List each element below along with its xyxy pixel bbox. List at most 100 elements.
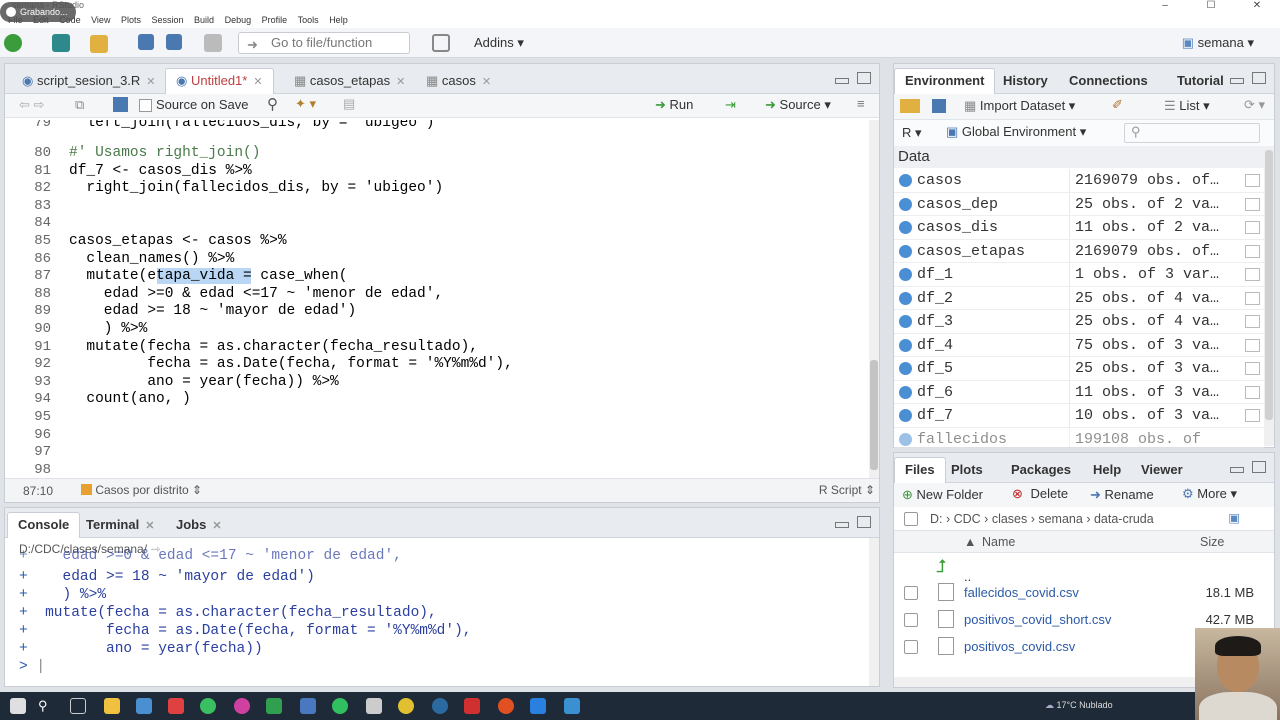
view-table-icon[interactable] [1245, 268, 1260, 281]
new-folder-button[interactable]: ⊕ New Folder [902, 487, 983, 503]
tab-plots[interactable]: Plots [940, 457, 994, 483]
pane-size-controls[interactable] [835, 516, 871, 528]
crumb-cdc[interactable]: CDC [954, 512, 981, 526]
crumb-semana[interactable]: semana [1038, 512, 1082, 526]
tab-tutorial[interactable]: Tutorial [1166, 68, 1235, 94]
file-row-up[interactable]: ⮥.. [894, 555, 1274, 584]
close-icon[interactable]: ✕ [145, 520, 154, 532]
tab-viewer[interactable]: Viewer [1130, 457, 1194, 483]
env-search-input[interactable]: ⚲ [1124, 123, 1260, 143]
select-all-checkbox[interactable] [904, 512, 918, 526]
sheets-icon[interactable] [266, 698, 282, 714]
tab-help[interactable]: Help [1082, 457, 1132, 483]
crumb-data-cruda[interactable]: data-cruda [1094, 512, 1154, 526]
tab-casos[interactable]: ▦ casos ✕ [415, 68, 502, 94]
windows-start-icon[interactable] [10, 698, 26, 714]
tab-packages[interactable]: Packages [1000, 457, 1082, 483]
save-icon[interactable] [138, 34, 154, 50]
close-icon[interactable]: ✕ [253, 76, 262, 88]
view-table-icon[interactable] [1245, 362, 1260, 375]
expand-icon[interactable] [899, 291, 912, 305]
show-in-window-icon[interactable]: ⧉ [75, 97, 84, 113]
menu-view[interactable]: View [91, 12, 110, 28]
tab-environment[interactable]: Environment [894, 68, 996, 94]
env-row[interactable]: df_6 11 obs. of 3 va… [894, 380, 1264, 404]
menu-plots[interactable]: Plots [121, 12, 141, 28]
menu-session[interactable]: Session [152, 12, 184, 28]
env-row[interactable]: df_5 25 obs. of 3 va… [894, 357, 1264, 381]
env-row[interactable]: fallecidos 199108 obs. of [894, 427, 1264, 448]
expand-icon[interactable] [899, 197, 912, 211]
close-icon[interactable]: ✕ [482, 76, 491, 88]
env-row[interactable]: casos_etapas 2169079 obs. of… [894, 239, 1264, 263]
compile-report-icon[interactable]: ▤ [343, 96, 355, 112]
section-navigator[interactable]: Casos por distrito ⇕ [81, 483, 202, 497]
load-workspace-icon[interactable] [900, 99, 920, 113]
view-mode-menu[interactable]: ☰ List ▾ [1164, 98, 1210, 114]
grid-layout-icon[interactable] [432, 34, 450, 52]
expand-icon[interactable] [899, 432, 912, 446]
browser-icon[interactable] [234, 698, 250, 714]
rerun-icon[interactable]: ⇥ [725, 97, 736, 113]
broom-icon[interactable]: ✐ [1112, 97, 1123, 113]
tab-connections[interactable]: Connections [1058, 68, 1159, 94]
col-size-header[interactable]: Size [1200, 535, 1224, 549]
more-menu[interactable]: ⚙ More ▾ [1182, 486, 1237, 502]
language-menu[interactable]: R ▾ [902, 125, 922, 141]
menu-tools[interactable]: Tools [298, 12, 319, 28]
chrome-icon[interactable] [398, 698, 414, 714]
tab-terminal[interactable]: Terminal ✕ [75, 512, 165, 538]
environment-scope-menu[interactable]: ▣ Global Environment ▾ [946, 124, 1086, 140]
pane-size-controls[interactable] [835, 72, 871, 84]
minimize-button[interactable]: – [1142, 0, 1188, 12]
console-scrollbar[interactable] [869, 538, 879, 686]
file-name-link[interactable]: positivos_covid_short.csv [964, 606, 1111, 633]
view-table-icon[interactable] [1245, 244, 1260, 258]
tab-jobs[interactable]: Jobs ✕ [165, 512, 233, 538]
env-row[interactable]: casos_dis 11 obs. of 2 va… [894, 216, 1264, 240]
expand-icon[interactable] [899, 362, 912, 375]
view-table-icon[interactable] [1245, 338, 1260, 352]
view-table-icon[interactable] [1245, 221, 1260, 234]
file-checkbox[interactable] [904, 640, 918, 654]
import-dataset-button[interactable]: ▦ Import Dataset ▾ [964, 98, 1075, 114]
tab-untitled1[interactable]: ◉ Untitled1* ✕ [165, 68, 274, 94]
close-icon[interactable]: ✕ [212, 520, 221, 532]
env-row[interactable]: casos_dep 25 obs. of 2 va… [894, 192, 1264, 216]
expand-icon[interactable] [899, 221, 912, 234]
file-checkbox[interactable] [904, 613, 918, 627]
powerpoint-icon[interactable] [498, 698, 514, 714]
addins-menu[interactable]: Addins ▾ [474, 35, 524, 51]
code-editor[interactable]: 79 left_join(fallecidos_dis, by = 'ubige… [5, 120, 869, 480]
spotify-icon[interactable] [332, 698, 348, 714]
env-row[interactable]: df_2 25 obs. of 4 va… [894, 286, 1264, 310]
file-name-link[interactable]: fallecidos_covid.csv [964, 579, 1079, 606]
expand-icon[interactable] [899, 338, 912, 352]
env-row[interactable]: casos 2169079 obs. of… [894, 169, 1264, 193]
env-row[interactable]: df_3 25 obs. of 4 va… [894, 310, 1264, 334]
notepad-icon[interactable] [366, 698, 382, 714]
app-icon[interactable] [432, 698, 448, 714]
editor-scrollbar[interactable] [869, 120, 879, 480]
close-icon[interactable]: ✕ [396, 76, 405, 88]
tab-history[interactable]: History [992, 68, 1059, 94]
expand-icon[interactable] [899, 385, 912, 399]
expand-icon[interactable] [899, 174, 912, 187]
save-file-icon[interactable] [113, 97, 128, 112]
source-on-save-checkbox[interactable] [139, 99, 152, 112]
view-table-icon[interactable] [1245, 409, 1260, 422]
new-file-icon[interactable] [4, 34, 22, 52]
col-name-header[interactable]: Name [982, 535, 1015, 549]
console-input-line[interactable]: > | [19, 659, 45, 675]
env-row[interactable]: df_7 10 obs. of 3 va… [894, 404, 1264, 428]
tab-files[interactable]: Files [894, 457, 946, 483]
scrollbar-thumb[interactable] [870, 360, 878, 470]
zoom-icon[interactable] [530, 698, 546, 714]
rename-button[interactable]: ➜ Rename [1090, 487, 1154, 503]
env-row[interactable]: df_1 1 obs. of 3 var… [894, 263, 1264, 287]
env-scrollbar[interactable] [1264, 146, 1274, 446]
remote-desktop-icon[interactable] [564, 698, 580, 714]
expand-icon[interactable] [899, 315, 912, 328]
close-window-button[interactable]: ✕ [1234, 0, 1280, 12]
pane-size-controls[interactable] [1230, 461, 1266, 473]
